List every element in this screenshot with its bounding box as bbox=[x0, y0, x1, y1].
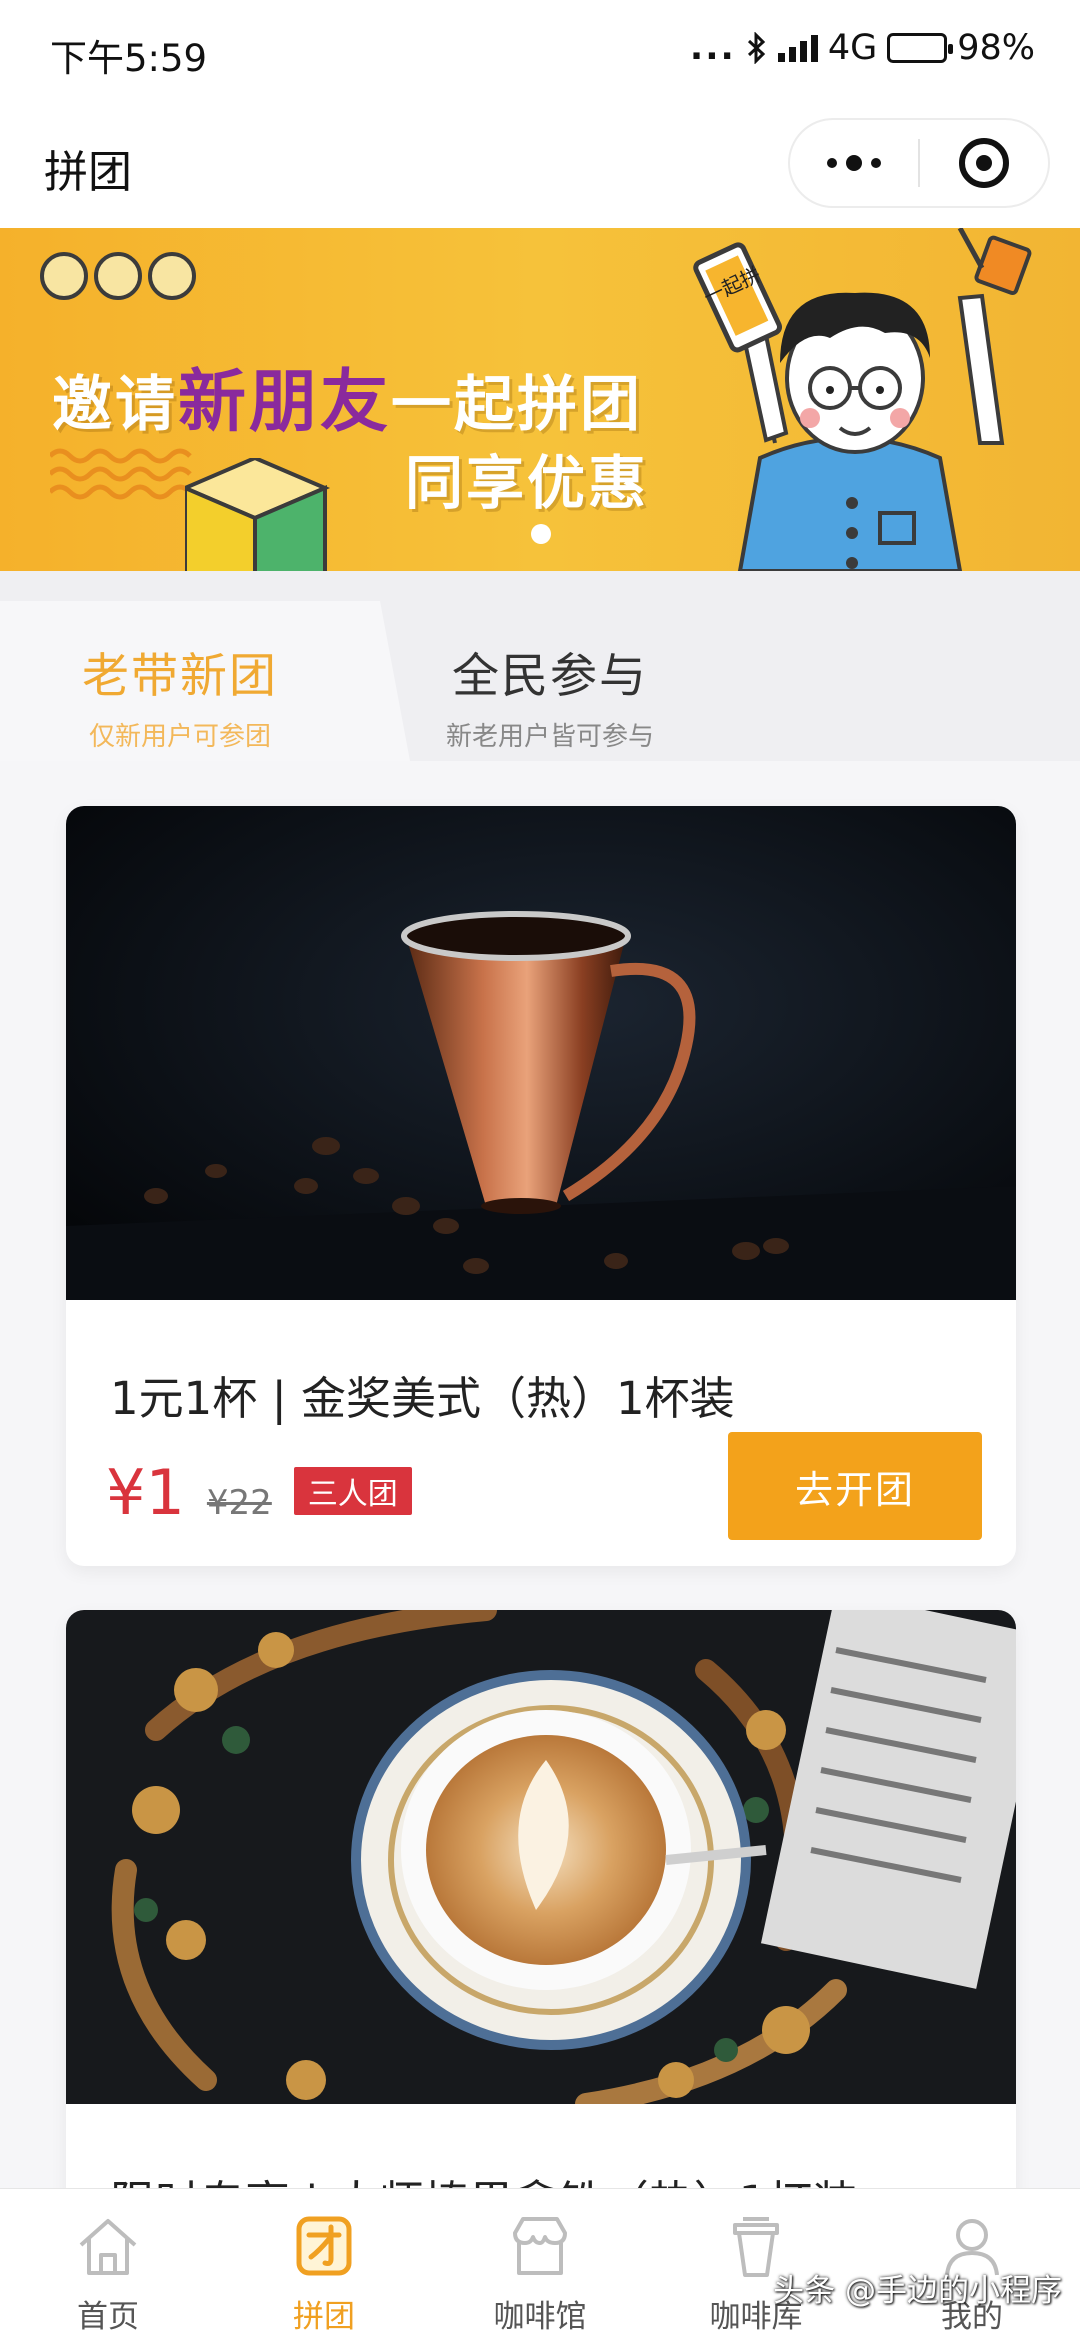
tab-title: 老带新团 bbox=[82, 649, 278, 704]
tabbar-label: 咖啡馆 bbox=[493, 2299, 587, 2335]
tabbar-item-cafe[interactable]: 咖啡馆 bbox=[432, 2189, 648, 2340]
original-price: ¥22 bbox=[206, 1483, 272, 1523]
tab-old-with-new[interactable]: 老带新团 仅新用户可参团 bbox=[60, 637, 300, 753]
status-indicators: ... 4G 98% bbox=[690, 28, 1035, 68]
promo-banner[interactable]: 邀请新朋友一起拼团 同享优惠 一起拼 bbox=[0, 228, 1080, 571]
close-mini-program-button[interactable] bbox=[920, 138, 1048, 188]
product-card[interactable]: 1元1杯 | 金奖美式（热）1杯装 ¥1 ¥22 三人团 去开团 bbox=[66, 806, 1016, 1566]
battery-percent: 98% bbox=[957, 28, 1035, 68]
status-bar: 下午5:59 ... 4G 98% bbox=[0, 0, 1080, 100]
tab-subtitle: 新老用户皆可参与 bbox=[445, 722, 654, 752]
tab-subtitle: 仅新用户可参团 bbox=[88, 722, 271, 752]
more-dot-icon bbox=[827, 158, 837, 168]
home-icon bbox=[79, 2219, 137, 2275]
status-time: 下午5:59 bbox=[50, 37, 208, 80]
coins-decoration bbox=[40, 252, 196, 300]
store-icon bbox=[513, 2217, 567, 2275]
group-buy-icon bbox=[296, 2216, 352, 2276]
price-row: ¥1 ¥22 三人团 bbox=[106, 1456, 412, 1529]
product-image bbox=[66, 1610, 1016, 2104]
tabbar-label: 首页 bbox=[77, 2299, 139, 2335]
group-size-badge: 三人团 bbox=[293, 1467, 412, 1515]
banner-headline-prefix: 邀请 bbox=[52, 370, 178, 440]
battery-icon bbox=[887, 33, 954, 63]
bottom-tab-bar: 首页 拼团 咖啡馆 咖啡库 我的 头条 @手边的小程序 bbox=[0, 2188, 1080, 2340]
tabbar-item-group-buy[interactable]: 拼团 bbox=[216, 2189, 432, 2340]
cartoon-person-illustration: 一起拼 bbox=[693, 228, 1032, 571]
tab-everyone[interactable]: 全民参与 新老用户皆可参与 bbox=[430, 637, 670, 753]
product-title: 1元1杯 | 金奖美式（热）1杯装 bbox=[110, 1372, 735, 1425]
page-title: 拼团 bbox=[44, 147, 132, 198]
more-dot-icon bbox=[846, 155, 862, 171]
start-group-button[interactable]: 去开团 bbox=[728, 1432, 982, 1540]
tabbar-label: 拼团 bbox=[293, 2299, 355, 2335]
banner-subheadline: 同享优惠 bbox=[405, 449, 650, 517]
signal-icon bbox=[777, 34, 818, 62]
group-type-tabs: 老带新团 仅新用户可参团 全民参与 新老用户皆可参与 bbox=[0, 571, 1080, 761]
tabbar-item-home[interactable]: 首页 bbox=[0, 2189, 216, 2340]
tab-title: 全民参与 bbox=[452, 649, 648, 704]
group-price: ¥1 bbox=[106, 1456, 185, 1529]
product-image bbox=[66, 806, 1016, 1300]
more-button[interactable] bbox=[790, 155, 918, 171]
carousel-indicator[interactable] bbox=[531, 524, 551, 544]
bluetooth-icon bbox=[747, 32, 765, 64]
watermark: 头条 @手边的小程序 bbox=[773, 2273, 1062, 2309]
network-type: 4G bbox=[827, 28, 878, 68]
banner-headline-highlight: 新朋友 bbox=[178, 363, 392, 442]
banner-headline: 邀请新朋友一起拼团 bbox=[52, 346, 643, 445]
nav-bar: 拼团 bbox=[0, 100, 1080, 228]
more-dot-icon bbox=[871, 158, 881, 168]
mini-program-capsule bbox=[788, 118, 1050, 208]
cube-decoration bbox=[185, 458, 331, 571]
target-icon bbox=[959, 138, 1009, 188]
wave-decoration bbox=[50, 448, 192, 500]
notification-dots: ... bbox=[689, 28, 736, 68]
banner-headline-suffix: 一起拼团 bbox=[391, 370, 644, 440]
